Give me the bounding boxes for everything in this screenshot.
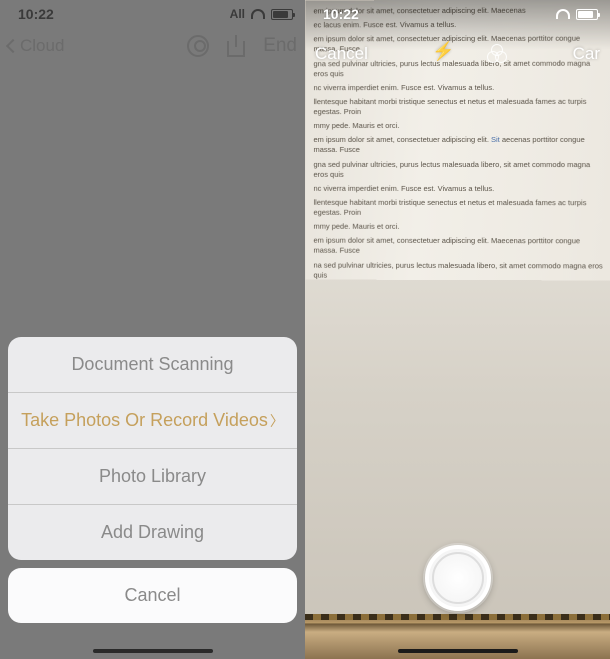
status-bar: 10:22 All <box>0 0 305 24</box>
action-sheet-cancel-group: Cancel <box>8 568 297 623</box>
document-scanner-screen: em ipsum dolor sit amet, consectetuer ad… <box>305 0 610 659</box>
back-label: Cloud <box>20 36 64 56</box>
action-add-drawing[interactable]: Add Drawing <box>8 504 297 560</box>
home-indicator[interactable] <box>398 649 518 653</box>
notes-app-sheet-screen: 10:22 All Cloud End Document Scanning Ta… <box>0 0 305 659</box>
cancel-button[interactable]: Cancel <box>315 44 368 64</box>
nav-actions: End <box>187 35 297 57</box>
battery-icon <box>271 9 293 20</box>
status-bar: 10:22 <box>305 0 610 24</box>
chevron-right-icon: 〉 <box>270 413 284 429</box>
share-icon[interactable] <box>227 35 245 57</box>
battery-icon <box>576 9 598 20</box>
status-icons: All <box>230 7 293 21</box>
shutter-button[interactable] <box>425 545 491 611</box>
wifi-icon <box>251 9 265 19</box>
back-button[interactable]: Cloud <box>8 36 64 56</box>
carrier-label: All <box>230 7 245 21</box>
action-scan-documents[interactable]: Document Scanning <box>8 337 297 392</box>
action-photo-library[interactable]: Photo Library <box>8 448 297 504</box>
status-time: 10:22 <box>18 6 54 22</box>
save-button[interactable]: Car <box>573 44 600 64</box>
scanner-nav-bar: Cancel Car <box>305 36 610 72</box>
collaborate-icon[interactable] <box>187 35 209 57</box>
done-button[interactable]: End <box>263 35 297 57</box>
status-time: 10:22 <box>323 6 359 22</box>
filter-icon[interactable] <box>486 43 508 65</box>
wifi-icon <box>556 9 570 19</box>
action-sheet-options: Document Scanning Take Photos Or Record … <box>8 337 297 560</box>
status-icons <box>556 9 598 20</box>
flash-icon[interactable] <box>432 43 454 65</box>
cancel-button[interactable]: Cancel <box>8 568 297 623</box>
home-indicator[interactable] <box>93 649 213 653</box>
chevron-left-icon <box>6 39 20 53</box>
nav-bar: Cloud End <box>0 24 305 68</box>
action-take-photo[interactable]: Take Photos Or Record Videos〉 <box>8 392 297 448</box>
action-sheet: Document Scanning Take Photos Or Record … <box>8 337 297 631</box>
